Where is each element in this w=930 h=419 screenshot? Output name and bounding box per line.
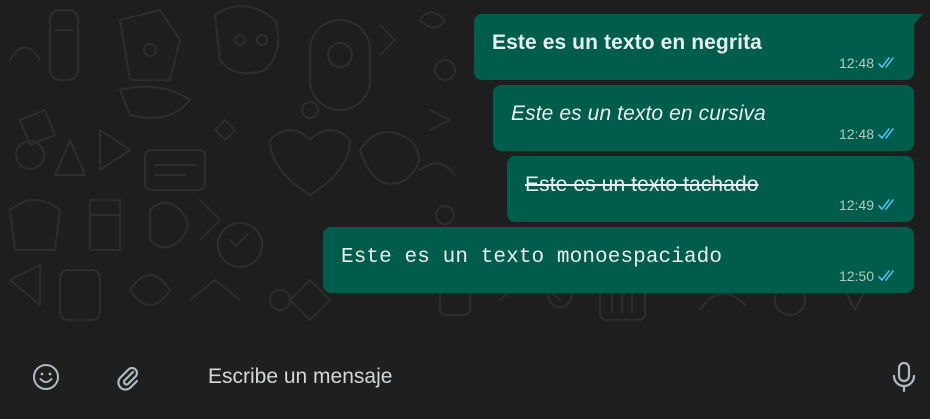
message-time: 12:48 bbox=[838, 55, 874, 71]
message-text: Este es un texto en negrita bbox=[492, 31, 762, 54]
double-check-icon bbox=[878, 199, 894, 210]
double-check-icon bbox=[878, 128, 894, 139]
message-bubble[interactable]: Este es un texto monoespaciado 12:50 bbox=[323, 227, 914, 293]
microphone-icon bbox=[892, 361, 916, 393]
message-composer bbox=[0, 335, 930, 419]
message-text: Este es un texto monoespaciado bbox=[341, 246, 723, 269]
message-bubble[interactable]: Este es un texto en negrita 12:48 bbox=[474, 14, 923, 80]
message-text: Este es un texto en cursiva bbox=[511, 102, 766, 125]
message-meta: 12:48 bbox=[839, 126, 898, 142]
emoji-button[interactable] bbox=[26, 357, 66, 397]
emoji-icon bbox=[33, 364, 59, 390]
message-time: 12:50 bbox=[838, 268, 874, 284]
paperclip-icon bbox=[117, 366, 139, 391]
chat-panel: Este es un texto en negrita 12:48 Este e… bbox=[0, 0, 930, 335]
message-text: Este es un texto tachado bbox=[525, 173, 759, 196]
message-time: 12:49 bbox=[838, 197, 874, 213]
double-check-icon bbox=[878, 57, 894, 68]
microphone-button[interactable] bbox=[884, 357, 924, 397]
message-bubble[interactable]: Este es un texto tachado 12:49 bbox=[507, 156, 914, 222]
attach-button[interactable] bbox=[108, 357, 148, 397]
message-meta: 12:50 bbox=[839, 268, 898, 284]
message-meta: 12:49 bbox=[839, 197, 898, 213]
double-check-icon bbox=[878, 270, 894, 281]
message-bubble[interactable]: Este es un texto en cursiva 12:48 bbox=[493, 85, 914, 151]
message-meta: 12:48 bbox=[839, 55, 898, 71]
message-time: 12:48 bbox=[838, 126, 874, 142]
message-input[interactable] bbox=[190, 353, 850, 401]
